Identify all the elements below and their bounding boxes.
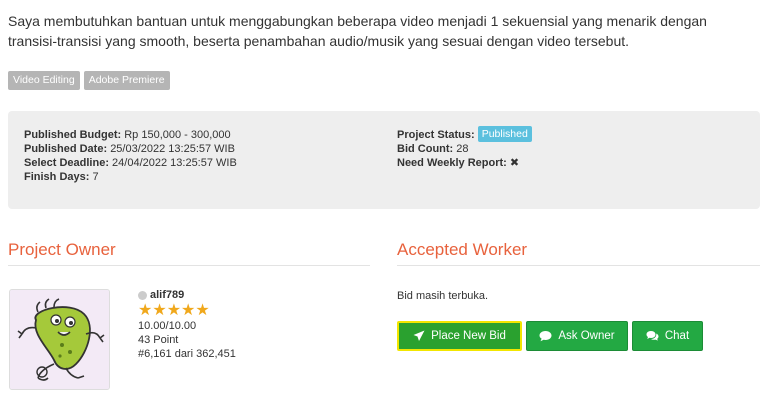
green-monster-avatar-icon — [10, 290, 109, 389]
tag-list: Video Editing Adobe Premiere — [8, 71, 170, 90]
published-date-value: 25/03/2022 13:25:57 WIB — [110, 143, 235, 155]
place-new-bid-button[interactable]: Place New Bid — [397, 321, 522, 351]
owner-divider — [8, 265, 370, 266]
project-info-panel: Published Budget: Rp 150,000 - 300,000 P… — [8, 111, 760, 209]
published-budget-value: Rp 150,000 - 300,000 — [124, 129, 231, 141]
bid-count-value: 28 — [456, 143, 469, 155]
project-owner-title: Project Owner — [8, 240, 116, 259]
paper-plane-icon — [413, 330, 425, 341]
ask-owner-button[interactable]: Ask Owner — [526, 321, 628, 351]
tag-video-editing[interactable]: Video Editing — [8, 71, 80, 90]
owner-username[interactable]: alif789 — [150, 289, 184, 302]
status-badge: Published — [477, 125, 532, 142]
finish-days-value: 7 — [92, 171, 99, 183]
action-buttons: Place New Bid Ask Owner Chat — [397, 321, 703, 351]
select-deadline-row: Select Deadline: 24/04/2022 13:25:57 WIB — [24, 157, 237, 169]
times-icon: ✖ — [509, 157, 520, 169]
project-status-row: Project Status: Published — [397, 125, 532, 142]
tag-adobe-premiere[interactable]: Adobe Premiere — [83, 71, 170, 90]
rating-stars-icon: ★★★★★ — [138, 302, 210, 319]
bid-count-row: Bid Count: 28 — [397, 143, 469, 155]
worker-divider — [397, 265, 760, 266]
accepted-worker-title: Accepted Worker — [397, 240, 528, 259]
place-new-bid-label: Place New Bid — [431, 330, 506, 342]
comment-icon — [539, 331, 552, 342]
project-info-left: Published Budget: Rp 150,000 - 300,000 P… — [24, 128, 237, 184]
owner-info: alif789 ★★★★★ 10.00/10.00 43 Point #6,16… — [138, 289, 236, 361]
weekly-report-row: Need Weekly Report: ✖ — [397, 157, 520, 169]
owner-rank: #6,161 dari 362,451 — [138, 348, 236, 360]
ask-owner-label: Ask Owner — [558, 330, 615, 342]
finish-days-row: Finish Days: 7 — [24, 171, 99, 183]
owner-avatar[interactable] — [9, 289, 110, 390]
chat-label: Chat — [664, 330, 690, 342]
online-status-dot — [138, 291, 147, 300]
owner-rating: 10.00/10.00 — [138, 320, 197, 332]
published-date-row: Published Date: 25/03/2022 13:25:57 WIB — [24, 143, 235, 155]
owner-points: 43 Point — [138, 334, 179, 346]
published-budget-row: Published Budget: Rp 150,000 - 300,000 — [24, 129, 231, 141]
select-deadline-value: 24/04/2022 13:25:57 WIB — [112, 157, 237, 169]
comments-icon — [646, 331, 659, 341]
chat-button[interactable]: Chat — [632, 321, 703, 351]
project-info-right: Project Status: Published Bid Count: 28 … — [397, 125, 532, 170]
bid-status-text: Bid masih terbuka. — [397, 290, 489, 302]
project-description: Saya membutuhkan bantuan untuk menggabun… — [8, 13, 707, 49]
